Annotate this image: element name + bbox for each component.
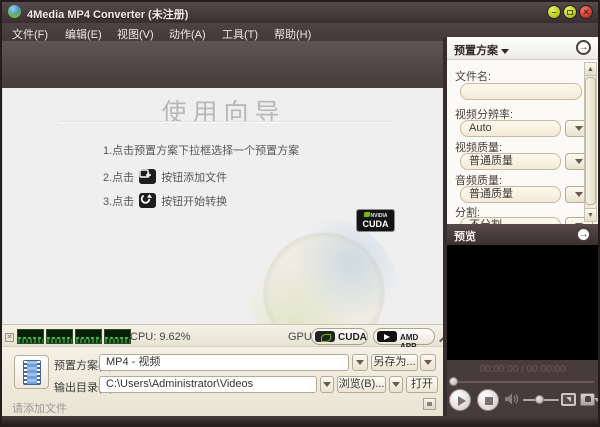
- output-dir-dropdown-button[interactable]: [320, 376, 334, 393]
- open-button[interactable]: 打开: [406, 376, 438, 393]
- wizard-divider: [60, 121, 393, 122]
- menu-action[interactable]: 动作(A): [169, 26, 206, 42]
- player-controls: 00:00:00 / 00:00:00: [447, 360, 598, 416]
- menu-view[interactable]: 视图(V): [117, 26, 154, 42]
- browse-button[interactable]: 浏览(B)...: [337, 376, 386, 393]
- maximize-icon: [567, 10, 573, 15]
- nvidia-logo-icon: [364, 212, 370, 217]
- browse-dropdown-button[interactable]: [389, 376, 403, 393]
- profile-panel-header: 预置方案 →: [447, 37, 598, 60]
- stop-icon: [485, 397, 493, 405]
- wizard-panel: 使用向导 1.点击预置方案下拉框选择一个预置方案 2.点击按钮添加文件 3.点击…: [2, 88, 443, 324]
- preview-screen: [447, 245, 598, 360]
- output-dir-combo[interactable]: C:\Users\Administrator\Videos: [99, 376, 317, 393]
- video-quality-select[interactable]: 普通质量: [460, 153, 561, 170]
- save-as-button[interactable]: 另存为...: [371, 354, 418, 371]
- convert-mini-icon: [139, 193, 156, 208]
- add-file-mini-icon: [139, 169, 156, 184]
- scroll-up-icon[interactable]: ▲: [585, 63, 596, 76]
- volume-slider-knob[interactable]: [535, 395, 544, 404]
- cpu-meter: [75, 329, 102, 344]
- fullscreen-button[interactable]: [561, 393, 576, 406]
- window-bottom-frame: [2, 416, 598, 425]
- title-bar: 4Media MP4 Converter (未注册) – ✕: [2, 2, 598, 23]
- app-logo-icon: [8, 5, 21, 18]
- status-message: 请添加文件: [12, 400, 67, 416]
- wizard-step-2: 2.点击按钮添加文件: [103, 169, 227, 185]
- film-strip-icon: [23, 360, 41, 385]
- cpu-meter: [17, 329, 44, 344]
- wizard-title: 使用向导: [3, 93, 443, 129]
- profile-panel-expand-button[interactable]: →: [576, 40, 591, 55]
- menu-tools[interactable]: 工具(T): [222, 26, 258, 42]
- gpu-amd-button[interactable]: AMD APP: [373, 328, 435, 345]
- split-select[interactable]: 不分割: [460, 217, 561, 224]
- app-watermark: [249, 218, 399, 324]
- mute-button[interactable]: [505, 393, 519, 405]
- panel-toggle-icon[interactable]: [423, 398, 436, 410]
- playback-time: 00:00:00 / 00:00:00: [447, 364, 598, 375]
- menu-edit[interactable]: 编辑(E): [65, 26, 102, 42]
- save-as-dropdown-button[interactable]: [420, 354, 436, 371]
- profile-dropdown-button[interactable]: [352, 354, 368, 371]
- profile-settings: 文件名: 视频分辨率: Auto 视频质量: 普通质量 音频质量: 普通质量 分…: [447, 60, 598, 224]
- nvidia-gpu-icon: [315, 331, 335, 342]
- stop-playback-button[interactable]: [477, 389, 499, 411]
- cpu-meter: [104, 329, 131, 344]
- preview-expand-button[interactable]: →: [576, 227, 591, 242]
- gpu-cuda-button[interactable]: CUDA: [311, 328, 368, 345]
- collapse-meter-icon[interactable]: ✕: [5, 333, 14, 342]
- snapshot-button[interactable]: [580, 393, 595, 406]
- toolbar: [2, 41, 443, 88]
- menu-help[interactable]: 帮助(H): [274, 26, 311, 42]
- audio-quality-select[interactable]: 普通质量: [460, 186, 561, 203]
- resource-bar: ✕ CPU: 9.62% GPU: CUDA AMD APP: [2, 324, 443, 347]
- preview-header: 预览 →: [447, 224, 598, 245]
- seek-slider-knob[interactable]: [449, 377, 458, 386]
- window-title: 4Media MP4 Converter (未注册): [27, 6, 188, 22]
- menu-file[interactable]: 文件(F): [12, 26, 48, 42]
- filename-input[interactable]: [460, 83, 582, 100]
- filename-label: 文件名:: [455, 68, 491, 84]
- cpu-usage-label: CPU: 9.62%: [130, 331, 191, 343]
- wizard-step-3: 3.点击按钮开始转换: [103, 193, 227, 209]
- settings-scrollbar[interactable]: ▲ ▼: [584, 62, 597, 222]
- play-button[interactable]: [449, 389, 471, 411]
- preview-title: 预览: [454, 228, 476, 244]
- scrollbar-thumb[interactable]: [585, 77, 596, 205]
- nvidia-cuda-badge: NVIDIA CUDA: [356, 209, 395, 232]
- output-bar: 预置方案(P): MP4 - 视频 另存为... 输出目录(D): C:\Use…: [2, 347, 443, 416]
- profile-panel-title: 预置方案: [454, 45, 498, 57]
- profile-combo[interactable]: MP4 - 视频: [99, 354, 349, 371]
- close-button[interactable]: ✕: [579, 5, 593, 19]
- file-list-button[interactable]: [14, 355, 49, 389]
- chevron-down-icon[interactable]: [501, 49, 509, 54]
- resolution-select[interactable]: Auto: [460, 120, 561, 137]
- seek-slider[interactable]: [451, 381, 594, 383]
- snapshot-dropdown-caret[interactable]: [594, 398, 600, 402]
- wizard-step-1: 1.点击预置方案下拉框选择一个预置方案: [103, 142, 299, 158]
- app-window: 4Media MP4 Converter (未注册) – ✕ 文件(F) 编辑(…: [0, 0, 600, 427]
- speaker-icon: [505, 393, 519, 405]
- amd-gpu-icon: [377, 331, 397, 342]
- maximize-button[interactable]: [563, 5, 577, 19]
- play-icon: [458, 396, 466, 406]
- scroll-down-icon[interactable]: ▼: [585, 208, 596, 221]
- minimize-button[interactable]: –: [547, 5, 561, 19]
- cpu-meter: [46, 329, 73, 344]
